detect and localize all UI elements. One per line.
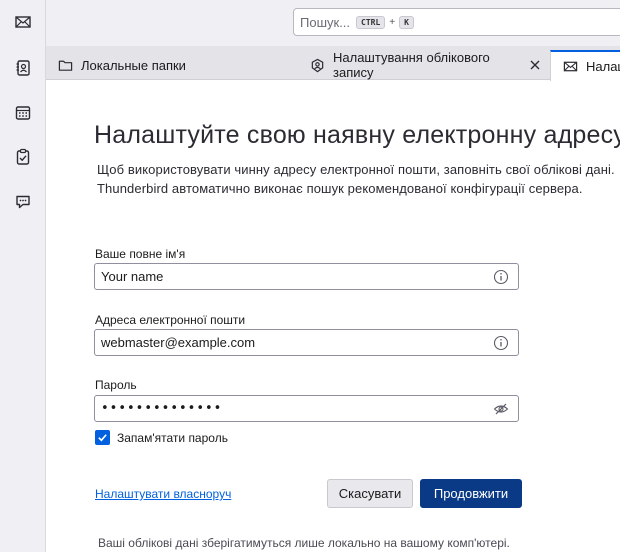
remember-password-label[interactable]: Запам'ятати пароль [117, 431, 228, 445]
email-field-value: webmaster@example.com [101, 335, 256, 350]
tab-local-folders[interactable]: Локальные папки [46, 50, 298, 80]
manual-config-link[interactable]: Налаштувати власноруч [95, 487, 231, 501]
tab-bar: Локальные папки Налаштування облікового … [46, 46, 620, 81]
spaces-toolbar [0, 0, 46, 552]
mail-icon [15, 16, 31, 28]
folder-icon [58, 60, 73, 71]
page-description-line2: Thunderbird автоматично виконає пошук ре… [97, 181, 583, 196]
unified-toolbar: Пошук... CTRL + K [46, 0, 620, 46]
remember-password-checkbox[interactable] [95, 430, 110, 445]
mail-space-button[interactable] [9, 8, 37, 36]
name-field[interactable]: Your name [94, 263, 519, 290]
shortcut-plus: + [389, 16, 396, 28]
password-label: Пароль [95, 378, 137, 392]
tab-label: Налаштування облікового запису [333, 50, 490, 80]
password-field-value: •••••••••••••• [101, 401, 223, 416]
chat-icon [16, 195, 30, 209]
tab-label: Локальные папки [81, 57, 186, 73]
tab-label: Налаш [586, 59, 620, 74]
password-field[interactable]: •••••••••••••• [94, 395, 519, 422]
continue-button[interactable]: Продовжити [420, 479, 522, 508]
name-label: Ваше повне ім'я [95, 247, 186, 261]
shortcut-key-k: K [399, 15, 414, 29]
address-book-space-button[interactable] [9, 54, 37, 82]
email-field[interactable]: webmaster@example.com [94, 329, 519, 356]
email-label: Адреса електронної пошти [95, 313, 246, 327]
search-placeholder: Пошук... [300, 14, 351, 30]
eye-hidden-icon[interactable] [493, 401, 509, 417]
cancel-button[interactable]: Скасувати [327, 479, 413, 508]
info-icon[interactable] [493, 269, 509, 285]
mail-icon [563, 61, 578, 72]
address-book-icon [16, 60, 30, 76]
page-description-line1: Щоб використовувати чинну адресу електро… [97, 162, 615, 177]
shortcut-key-ctrl: CTRL [356, 15, 386, 29]
tasks-icon [16, 148, 30, 165]
chat-space-button[interactable] [9, 188, 37, 216]
calendar-space-button[interactable] [9, 99, 37, 127]
tab-account-setup[interactable]: Налаш [550, 50, 620, 81]
info-icon[interactable] [493, 335, 509, 351]
calendar-icon [15, 106, 31, 120]
checkmark-icon [98, 434, 107, 442]
privacy-note: Ваші облікові дані зберігатимуться лише … [98, 536, 510, 550]
close-icon[interactable] [528, 58, 542, 72]
account-setup-page: Налаштуйте свою наявну електронну адресу… [46, 81, 620, 552]
tab-account-settings[interactable]: Налаштування облікового запису [298, 50, 550, 80]
name-field-value: Your name [101, 269, 164, 284]
page-title: Налаштуйте свою наявну електронну адресу [94, 121, 620, 149]
account-settings-icon [311, 58, 324, 72]
tasks-space-button[interactable] [9, 143, 37, 171]
search-input[interactable]: Пошук... CTRL + K [293, 8, 620, 36]
